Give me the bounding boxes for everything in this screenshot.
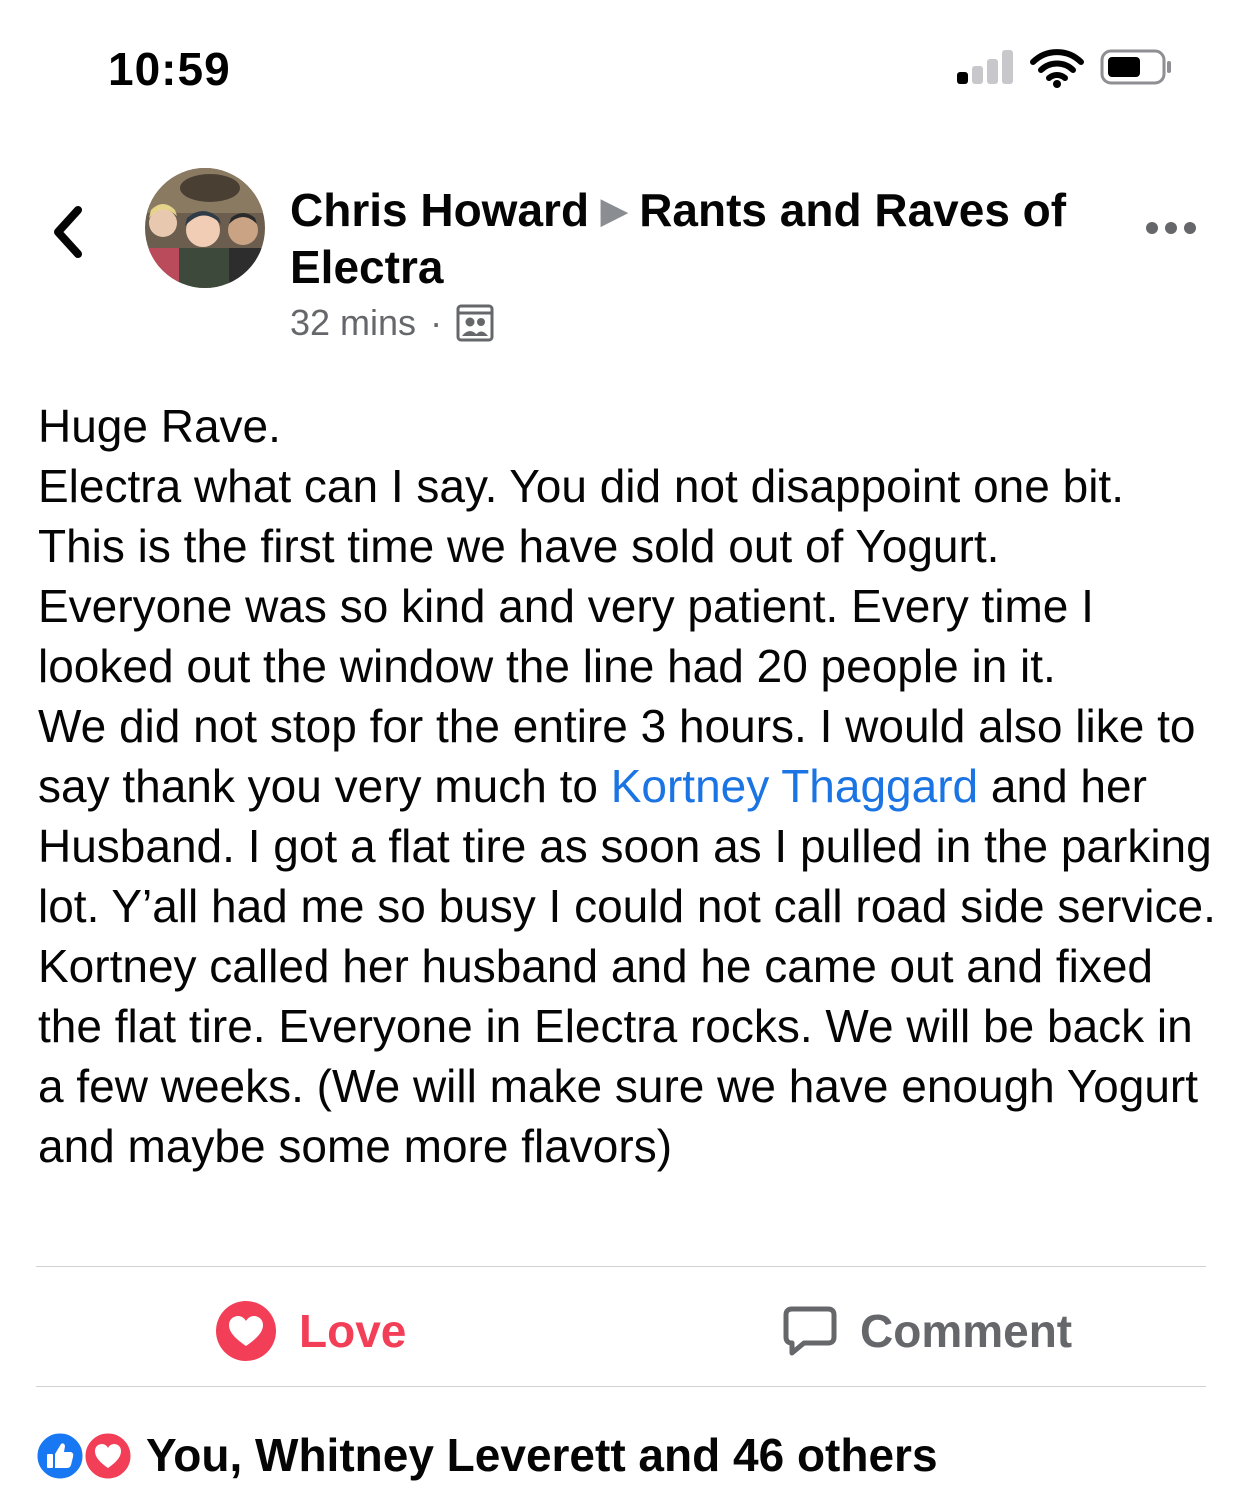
love-button[interactable]: Love [215,1296,406,1366]
comment-label: Comment [860,1305,1073,1357]
battery-icon [1100,49,1171,85]
love-label: Love [299,1305,407,1357]
heart-icon [216,1301,276,1361]
group-audience-icon [456,304,494,342]
status-time: 10:59 [108,43,231,95]
post-text-part-1: Huge Rave. Electra what can I say. You d… [38,400,1196,812]
avatar[interactable] [145,168,265,288]
comment-bubble-icon [783,1306,837,1356]
status-bar: 10:59 [0,0,1242,130]
love-icon [82,1430,134,1482]
chevron-left-icon[interactable] [46,202,90,262]
reactions-summary[interactable]: You, Whitney Leverett and 46 others [34,1420,938,1490]
mention-link[interactable]: Kortney Thaggard [611,760,978,812]
post-time[interactable]: 32 mins [290,302,416,344]
divider [36,1386,1206,1387]
reactions-label: You, Whitney Leverett and 46 others [146,1429,938,1481]
meta-separator: · [430,302,443,343]
reaction-icons [34,1430,134,1482]
divider [36,1266,1206,1267]
comment-button[interactable]: Comment [782,1296,1072,1366]
post-text-part-2: and her Husband. I got a flat tire as so… [38,760,1229,1172]
triangle-right-icon: ▶ [601,192,628,230]
like-icon [34,1430,86,1482]
cellular-signal-icon [957,50,1017,84]
post-meta: 32 mins · [290,302,494,344]
post-title: Chris Howard ▶ Rants and Raves of Electra [290,182,1090,295]
wifi-icon [1030,49,1084,88]
author-name[interactable]: Chris Howard [290,184,589,236]
post-text: Huge Rave. Electra what can I say. You d… [38,396,1218,1176]
post-header: Chris Howard ▶ Rants and Raves of Electra … [0,160,1242,360]
more-horizontal-icon[interactable] [1146,218,1196,238]
